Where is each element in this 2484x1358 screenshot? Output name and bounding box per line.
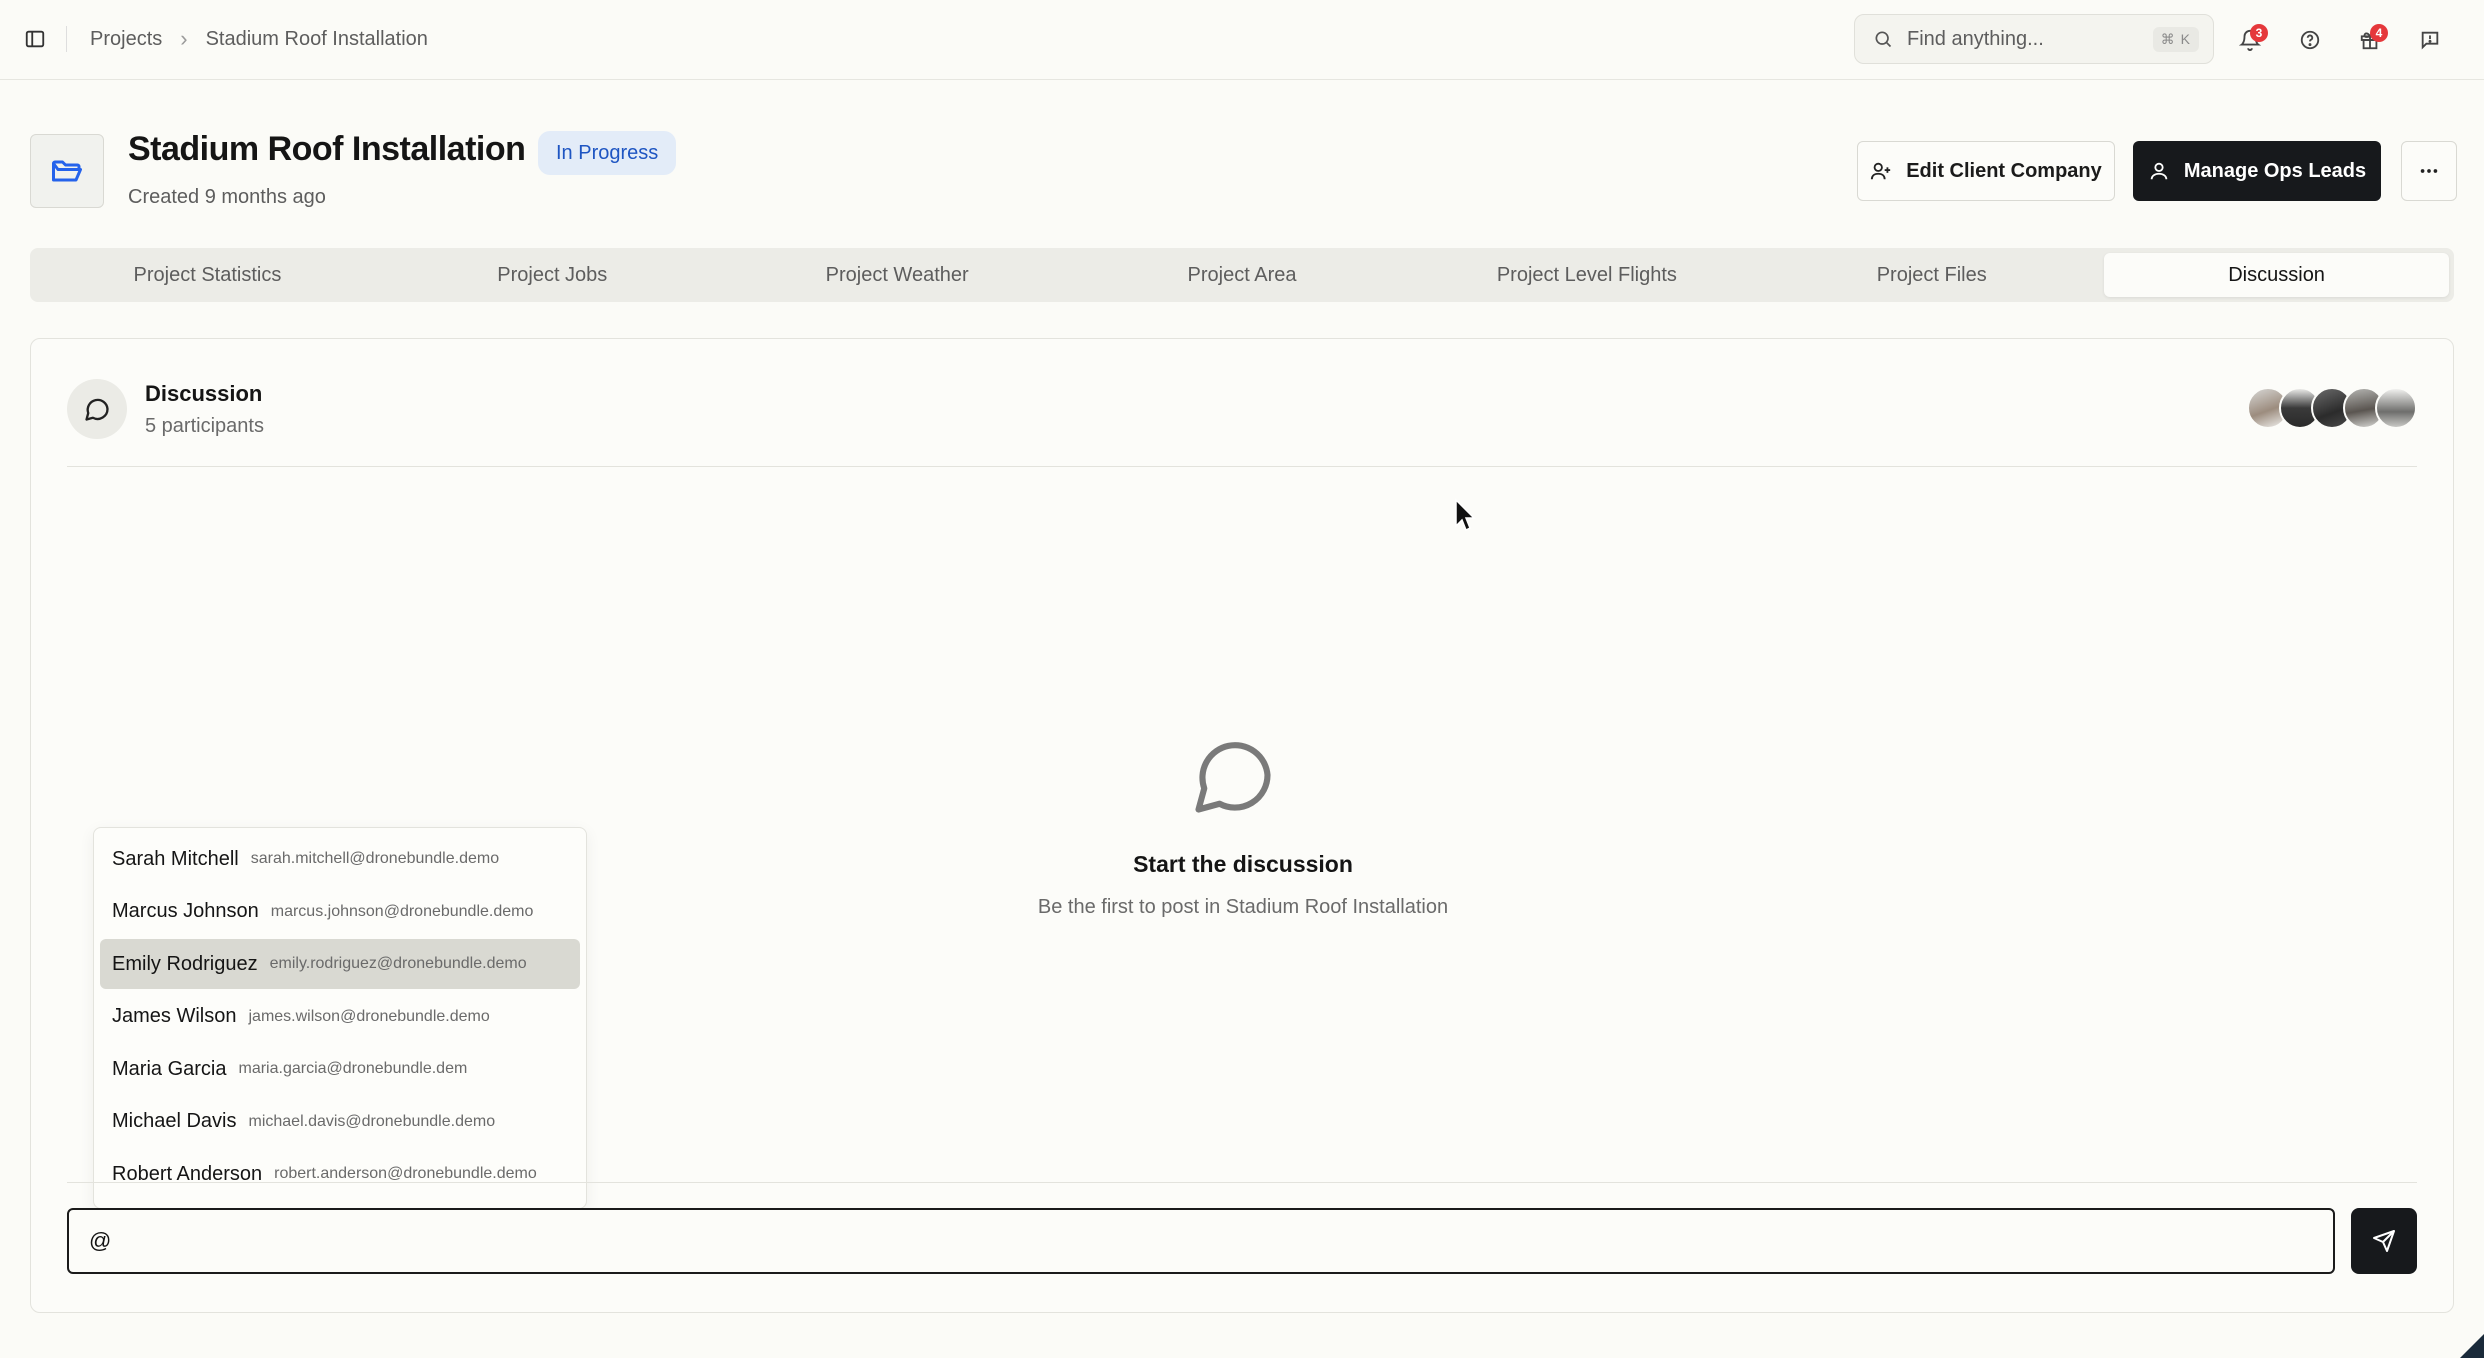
user-plus-icon — [1871, 162, 1891, 180]
mention-item[interactable]: Robert Anderson robert.anderson@dronebun… — [100, 1149, 580, 1199]
message-circle-icon — [67, 379, 127, 439]
mention-email: emily.rodriguez@dronebundle.demo — [269, 955, 527, 972]
mention-email: sarah.mitchell@dronebundle.demo — [250, 850, 500, 867]
divider — [67, 466, 2417, 467]
message-input[interactable] — [67, 1208, 2335, 1274]
search-icon — [1875, 31, 1892, 48]
discussion-title: Discussion — [145, 381, 263, 406]
send-icon — [2373, 1230, 2395, 1252]
sidebar-toggle-icon[interactable] — [20, 24, 50, 54]
search-shortcut: ⌘ K — [2152, 26, 2199, 52]
mention-item[interactable]: James Wilson james.wilson@dronebundle.de… — [100, 992, 580, 1042]
tab-project-weather[interactable]: Project Weather — [725, 253, 1070, 297]
feedback-button[interactable] — [2412, 22, 2448, 58]
more-options-button[interactable] — [2401, 141, 2457, 201]
mention-name: Sarah Mitchell — [112, 847, 239, 870]
breadcrumb-current: Stadium Roof Installation — [205, 27, 428, 50]
tab-project-level-flights[interactable]: Project Level Flights — [1414, 253, 1759, 297]
tab-bar: Project Statistics Project Jobs Project … — [30, 248, 2454, 302]
mention-email: robert.anderson@dronebundle.demo — [274, 1165, 537, 1182]
status-badge: In Progress — [538, 131, 677, 175]
search-input[interactable]: Find anything... ⌘ K — [1854, 14, 2214, 64]
tab-project-statistics[interactable]: Project Statistics — [35, 253, 380, 297]
avatar[interactable] — [2375, 387, 2417, 429]
message-square-icon — [2421, 31, 2439, 50]
manage-ops-leads-button[interactable]: Manage Ops Leads — [2133, 141, 2381, 201]
corner-decoration — [2460, 1334, 2484, 1358]
mention-item[interactable]: Sarah Mitchell sarah.mitchell@dronebundl… — [100, 834, 580, 884]
mention-name: Maria Garcia — [112, 1057, 227, 1080]
participants-count: 5 participants — [145, 415, 264, 437]
created-date: Created 9 months ago — [128, 186, 326, 208]
notifications-button[interactable]: 3 — [2232, 22, 2268, 58]
mention-name: James Wilson — [112, 1005, 237, 1027]
mention-item[interactable]: Michael Davis michael.davis@dronebundle.… — [100, 1097, 580, 1147]
tab-project-files[interactable]: Project Files — [1759, 253, 2104, 297]
mouse-cursor-icon — [1455, 498, 1476, 532]
user-icon — [2150, 162, 2168, 180]
breadcrumb: Projects › Stadium Roof Installation — [90, 24, 428, 54]
divider — [66, 26, 67, 52]
tab-project-jobs[interactable]: Project Jobs — [380, 253, 725, 297]
search-placeholder: Find anything... — [1907, 27, 2044, 50]
mention-email: james.wilson@dronebundle.demo — [248, 1007, 490, 1025]
mention-item[interactable]: Marcus Johnson marcus.johnson@dronebundl… — [100, 887, 580, 937]
tab-discussion[interactable]: Discussion — [2104, 253, 2450, 297]
mention-suggestions: Sarah Mitchell sarah.mitchell@dronebundl… — [93, 827, 587, 1209]
discussion-card: Discussion 5 participants Start the disc… — [30, 338, 2454, 1313]
mention-name: Emily Rodriguez — [112, 952, 258, 975]
more-horizontal-icon — [2420, 169, 2438, 173]
tab-project-area[interactable]: Project Area — [1070, 253, 1415, 297]
divider — [67, 1182, 2417, 1183]
gifts-badge: 4 — [2370, 24, 2388, 42]
chevron-right-icon: › — [180, 26, 188, 51]
mention-email: marcus.johnson@dronebundle.demo — [270, 902, 534, 920]
gifts-button[interactable]: 4 — [2352, 22, 2388, 58]
help-circle-icon — [2300, 30, 2320, 50]
help-button[interactable] — [2292, 22, 2328, 58]
manage-ops-leads-label: Manage Ops Leads — [2183, 159, 2367, 182]
page-title: Stadium Roof Installation — [128, 130, 526, 168]
edit-client-company-button[interactable]: Edit Client Company — [1857, 141, 2115, 201]
breadcrumb-projects[interactable]: Projects — [90, 28, 162, 51]
mention-item-highlighted[interactable]: Emily Rodriguez emily.rodriguez@dronebun… — [100, 939, 580, 989]
edit-client-company-label: Edit Client Company — [1906, 159, 2102, 182]
mention-email: maria.garcia@dronebundle.dem — [238, 1060, 468, 1077]
mention-item[interactable]: Maria Garcia maria.garcia@dronebundle.de… — [100, 1044, 580, 1094]
mention-email: michael.davis@dronebundle.demo — [248, 1112, 496, 1130]
participant-avatars — [2247, 387, 2417, 429]
send-button[interactable] — [2351, 1208, 2417, 1274]
notifications-badge: 3 — [2250, 24, 2268, 42]
project-folder-icon — [30, 134, 104, 208]
message-circle-icon — [1195, 742, 1271, 813]
mention-name: Marcus Johnson — [112, 900, 259, 922]
top-bar: Projects › Stadium Roof Installation Fin… — [0, 0, 2484, 80]
mention-name: Michael Davis — [112, 1110, 237, 1132]
